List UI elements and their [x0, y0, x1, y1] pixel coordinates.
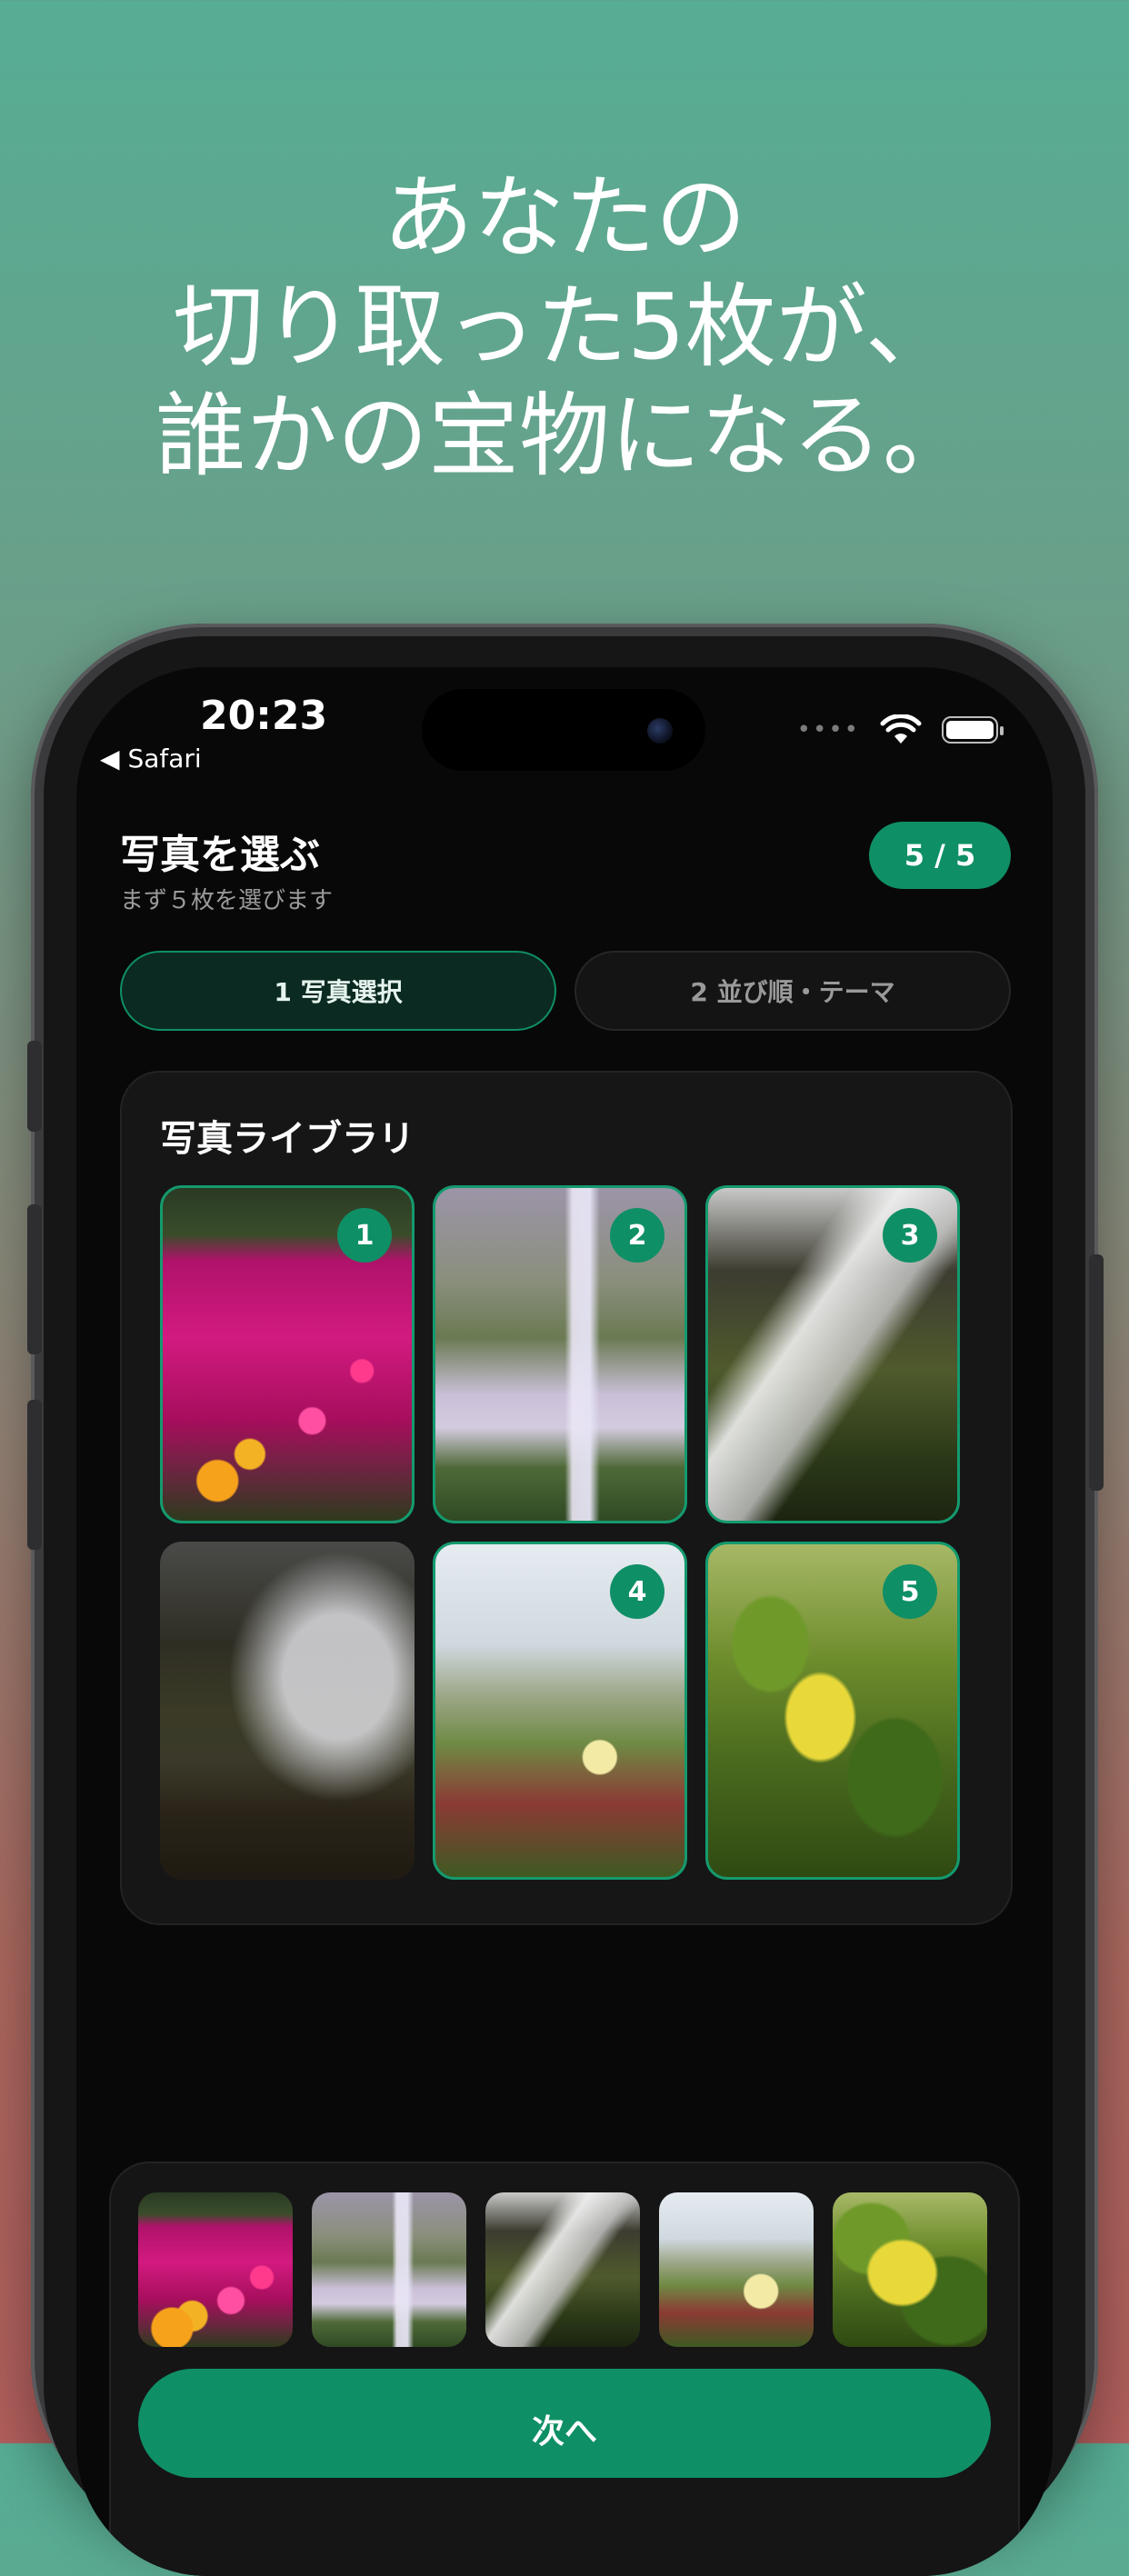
- selected-thumb-green-leaves[interactable]: [833, 2192, 987, 2347]
- marketing-headline: あなたの 切り取った5枚が、 誰かの宝物になる。: [0, 164, 1129, 491]
- selection-order-badge: 4: [610, 1564, 664, 1619]
- photo-thumb-ice-plant-flower[interactable]: 4: [433, 1542, 687, 1880]
- back-app-label: Safari: [127, 744, 202, 774]
- selected-thumb-waterfall-rocks[interactable]: [485, 2192, 640, 2347]
- volume-up-button: [27, 1204, 42, 1354]
- step-order-theme[interactable]: 2 並び順・テーマ: [574, 951, 1011, 1031]
- phone-screen: 20:23 ◀ Safari •••• 写真を選ぶ まず５枚を選びます 5 / …: [76, 667, 1053, 2576]
- wifi-icon: [880, 714, 922, 744]
- selection-order-badge: 5: [883, 1564, 937, 1619]
- cellular-dots-icon: ••••: [796, 716, 860, 744]
- photo-thumb-waterfall-rocks[interactable]: 3: [705, 1185, 960, 1523]
- selected-thumb-ice-plant-flower[interactable]: [659, 2192, 814, 2347]
- dynamic-island: [422, 689, 705, 771]
- status-icons: ••••: [796, 714, 1004, 745]
- library-title: 写真ライブラリ: [160, 1118, 415, 1160]
- battery-icon: [942, 716, 1004, 744]
- mute-switch: [27, 1041, 42, 1132]
- photo-thumb-pink-flowers[interactable]: 1: [160, 1185, 415, 1523]
- next-button[interactable]: 次へ: [138, 2369, 991, 2478]
- selection-order-badge: 2: [610, 1208, 664, 1263]
- page-title: 写真を選ぶ: [120, 832, 320, 878]
- photo-thumb-green-leaves[interactable]: 5: [705, 1542, 960, 1880]
- selected-thumb-waterfall-cliff[interactable]: [312, 2192, 466, 2347]
- selection-count-badge: 5 / 5: [869, 822, 1011, 889]
- back-to-safari[interactable]: ◀ Safari: [100, 744, 202, 774]
- selected-thumb-pink-flowers[interactable]: [138, 2192, 293, 2347]
- headline-line-3: 誰かの宝物になる。: [155, 383, 974, 489]
- side-button: [1089, 1254, 1104, 1491]
- volume-down-button: [27, 1400, 42, 1550]
- headline-line-1: あなたの: [383, 165, 746, 271]
- page-subtitle: まず５枚を選びます: [120, 887, 334, 914]
- photo-thumb-waterfall-dark[interactable]: [160, 1542, 415, 1880]
- selection-order-badge: 1: [337, 1208, 392, 1263]
- selected-photos-tray: 次へ: [109, 2162, 1020, 2576]
- photo-library-panel: 写真ライブラリ 1 2 3 4 5: [120, 1071, 1013, 1925]
- photo-thumb-waterfall-cliff[interactable]: 2: [433, 1185, 687, 1523]
- headline-line-2: 切り取った5枚が、: [173, 274, 956, 380]
- camera-icon: [647, 718, 673, 744]
- step-photo-select[interactable]: 1 写真選択: [120, 951, 556, 1031]
- back-arrow-icon: ◀: [100, 744, 120, 774]
- selection-order-badge: 3: [883, 1208, 937, 1263]
- status-time: 20:23: [200, 693, 328, 739]
